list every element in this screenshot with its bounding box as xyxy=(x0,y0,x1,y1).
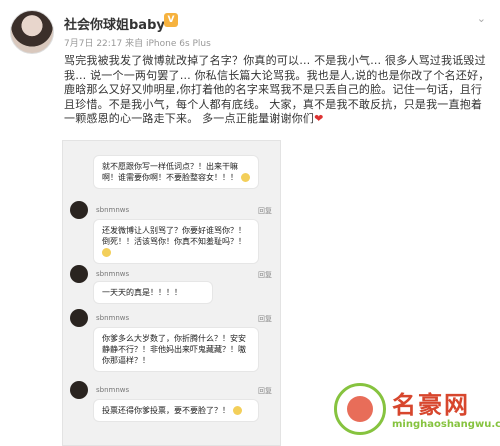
username[interactable]: 社会你球姐baby xyxy=(64,14,165,33)
reply-button[interactable]: 回复 xyxy=(258,314,272,324)
watermark-logo-icon xyxy=(334,383,386,435)
vip-badge-icon: V xyxy=(164,13,178,27)
comment-username[interactable]: sbnmnws xyxy=(96,386,129,394)
watermark-title: 名豪网 xyxy=(392,391,470,419)
post-meta: 7月7日 22:17 来自 iPhone 6s Plus xyxy=(64,39,211,49)
comment-bubble: 你爹多么大岁数了，你折腾什么？！安安静静不行？！非他妈出来吓鬼藏藏？！嗷你那逼样… xyxy=(93,327,259,372)
comment-bubble: 一天天的真是！！！！ xyxy=(93,281,213,304)
comment-text: 就不愿跟你写一样低词点？！出来干嘛啊！谁需要你啊！不要脸整容女！！！ xyxy=(102,162,238,182)
comment-item: sbnmnws 回复 还发微博让人别骂了？你要好谁骂你？！倒死！！活该骂你！你真… xyxy=(63,201,280,269)
emoji-icon xyxy=(102,248,111,257)
comment-bubble: 还发微博让人别骂了？你要好谁骂你？！倒死！！活该骂你！你真不知羞耻吗？！ xyxy=(93,219,259,264)
comment-text: 你爹多么大岁数了，你折腾什么？！安安静静不行？！非他妈出来吓鬼藏藏？！嗷你那逼样… xyxy=(102,334,246,365)
comment-username[interactable]: sbnmnws xyxy=(96,206,129,214)
comment-text: 投票还得你爹投票，要不要脸了？！ xyxy=(102,406,230,415)
chevron-down-icon[interactable]: ⌄ xyxy=(477,12,486,25)
reply-button[interactable]: 回复 xyxy=(258,270,272,280)
reply-button[interactable]: 回复 xyxy=(258,206,272,216)
avatar[interactable] xyxy=(10,10,54,54)
avatar[interactable] xyxy=(70,381,88,399)
avatar[interactable] xyxy=(70,309,88,327)
comment-item: 就不愿跟你写一样低词点？！出来干嘛啊！谁需要你啊！不要脸整容女！！！ xyxy=(63,149,280,197)
comment-item: sbnmnws 回复 投票还得你爹投票，要不要脸了？！ xyxy=(63,381,280,441)
post-text: 骂完我被我发了微博就改掉了名字？你真的可以… 不是我小气… 很多人骂过我诋毁过我… xyxy=(64,54,490,127)
avatar[interactable] xyxy=(70,201,88,219)
comment-item: sbnmnws 回复 一天天的真是！！！！ xyxy=(63,265,280,305)
comment-username[interactable]: sbnmnws xyxy=(96,314,129,322)
comment-username[interactable]: sbnmnws xyxy=(96,270,129,278)
comment-bubble: 投票还得你爹投票，要不要脸了？！ xyxy=(93,399,259,422)
comment-bubble: 就不愿跟你写一样低词点？！出来干嘛啊！谁需要你啊！不要脸整容女！！！ xyxy=(93,155,259,189)
emoji-icon xyxy=(240,173,250,182)
comment-text: 还发微博让人别骂了？你要好谁骂你？！倒死！！活该骂你！你真不知羞耻吗？！ xyxy=(102,226,246,246)
watermark-url: minghaoshangwu.com xyxy=(392,419,500,430)
avatar[interactable] xyxy=(70,265,88,283)
heart-icon: ❤ xyxy=(314,112,324,125)
comment-text: 一天天的真是！！！！ xyxy=(102,288,182,297)
emoji-icon xyxy=(232,406,242,415)
post-text-body: 骂完我被我发了微博就改掉了名字？你真的可以… 不是我小气… 很多人骂过我诋毁过我… xyxy=(64,54,490,125)
watermark: 名豪网 minghaoshangwu.com xyxy=(334,381,500,441)
post-header: 社会你球姐baby V 7月7日 22:17 来自 iPhone 6s Plus… xyxy=(0,0,500,55)
comment-screenshot: 就不愿跟你写一样低词点？！出来干嘛啊！谁需要你啊！不要脸整容女！！！ sbnmn… xyxy=(62,140,281,446)
reply-button[interactable]: 回复 xyxy=(258,386,272,396)
comment-item: sbnmnws 回复 你爹多么大岁数了，你折腾什么？！安安静静不行？！非他妈出来… xyxy=(63,309,280,389)
